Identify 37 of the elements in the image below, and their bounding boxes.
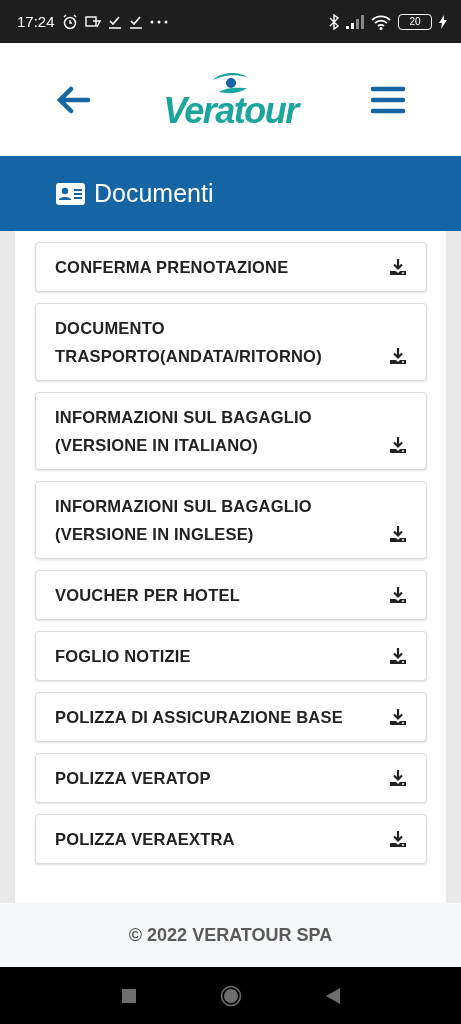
document-item[interactable]: CONFERMA PRENOTAZIONE: [35, 242, 427, 292]
id-card-icon: [56, 182, 85, 205]
alarm-icon: [61, 13, 78, 30]
check-icon: [107, 14, 122, 29]
back-button[interactable]: [325, 987, 340, 1004]
back-arrow-icon[interactable]: [56, 85, 90, 114]
download-icon[interactable]: [388, 435, 408, 454]
document-item[interactable]: POLIZZA VERATOP: [35, 753, 427, 803]
download-icon[interactable]: [388, 585, 408, 604]
download-icon[interactable]: [388, 768, 408, 787]
document-item[interactable]: POLIZZA VERAEXTRA: [35, 814, 427, 864]
copyright-text: © 2022 VERATOUR SPA: [128, 924, 333, 946]
document-item[interactable]: FOGLIO NOTIZIE: [35, 631, 427, 681]
signal-icon: [346, 14, 364, 29]
status-time: 17:24: [17, 13, 55, 30]
home-button[interactable]: [219, 984, 242, 1007]
check-icon: [128, 14, 143, 29]
wifi-icon: [371, 13, 391, 30]
section-title: Documenti: [94, 179, 214, 208]
download-icon[interactable]: [388, 257, 408, 276]
document-item[interactable]: VOUCHER PER HOTEL: [35, 570, 427, 620]
more-icon: [149, 19, 168, 24]
document-item[interactable]: INFORMAZIONI SUL BAGAGLIO (VERSIONE IN ITALIANO): [35, 392, 427, 470]
bluetooth-icon: [329, 13, 339, 30]
download-icon[interactable]: [388, 524, 408, 543]
notification-icon: [84, 14, 101, 29]
battery-indicator: 20: [398, 13, 432, 30]
recents-button[interactable]: [121, 988, 136, 1003]
download-icon[interactable]: [388, 646, 408, 665]
document-item[interactable]: DOCUMENTO TRASPORTO(ANDATA/RITORNO): [35, 303, 427, 381]
charging-icon: [439, 14, 447, 29]
menu-icon[interactable]: [371, 85, 405, 114]
document-item[interactable]: POLIZZA DI ASSICURAZIONE BASE: [35, 692, 427, 742]
download-icon[interactable]: [388, 707, 408, 726]
download-icon[interactable]: [388, 829, 408, 848]
download-icon[interactable]: [388, 346, 408, 365]
document-item[interactable]: INFORMAZIONI SUL BAGAGLIO (VERSIONE IN INGLESE): [35, 481, 427, 559]
